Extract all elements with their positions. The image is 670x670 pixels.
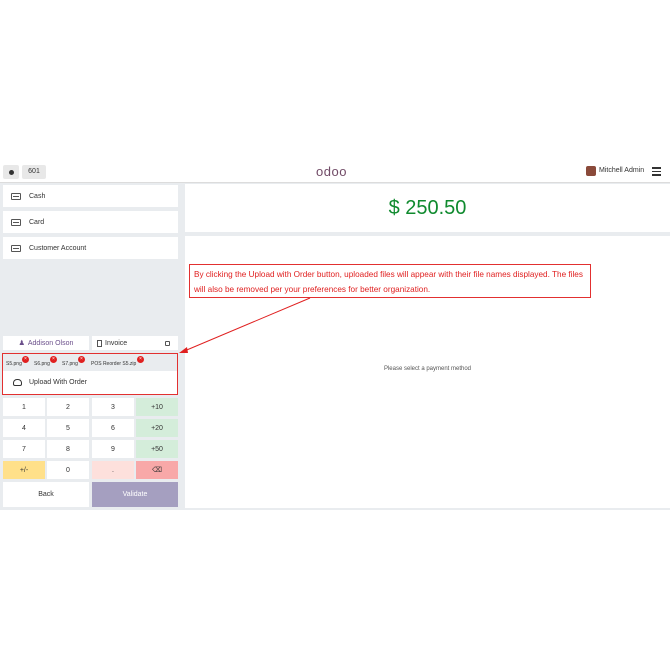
customer-account-icon — [11, 244, 21, 252]
annotation-callout: By clicking the Upload with Order button… — [189, 264, 591, 298]
key-5[interactable]: 5 — [47, 419, 89, 437]
order-number[interactable]: 601 — [22, 165, 46, 179]
amount-due: $ 250.50 — [185, 184, 670, 232]
file-name: POS Reorder S5.zip — [91, 361, 137, 367]
backspace-icon[interactable]: ⌫ — [136, 461, 178, 479]
invoice-toggle[interactable]: Invoice — [92, 336, 178, 350]
upload-label: Upload With Order — [29, 379, 87, 386]
payment-method-customer-account[interactable]: Customer Account — [3, 237, 178, 259]
key-plus-10[interactable]: +10 — [136, 398, 178, 416]
invoice-checkbox[interactable] — [165, 340, 170, 346]
file-chip[interactable]: POS Reorder S5.zip × — [91, 356, 144, 367]
uploaded-files-box: S5.png × S6.png × S7.png × POS Reorder S… — [2, 353, 178, 395]
user-name[interactable]: Mitchell Admin — [599, 167, 644, 174]
key-9[interactable]: 9 — [92, 440, 134, 458]
back-icon[interactable] — [3, 165, 19, 179]
file-list: S5.png × S6.png × S7.png × POS Reorder S… — [3, 354, 177, 371]
key-0[interactable]: 0 — [47, 461, 89, 479]
file-chip[interactable]: S5.png × — [6, 356, 29, 367]
payment-method-label: Card — [29, 218, 45, 226]
key-decimal[interactable]: . — [92, 461, 134, 479]
remove-file-icon[interactable]: × — [22, 356, 29, 363]
key-4[interactable]: 4 — [3, 419, 45, 437]
hamburger-menu-icon[interactable] — [652, 167, 661, 176]
remove-file-icon[interactable]: × — [137, 356, 144, 363]
user-icon: ♟ — [18, 340, 25, 347]
key-plus-20[interactable]: +20 — [136, 419, 178, 437]
payment-method-label: Cash — [29, 192, 46, 200]
file-name: S7.png — [62, 361, 78, 367]
file-name: S5.png — [6, 361, 22, 367]
invoice-label: Invoice — [105, 339, 128, 347]
file-chip[interactable]: S7.png × — [62, 356, 85, 367]
payment-method-label: Customer Account — [29, 244, 87, 252]
avatar[interactable] — [586, 166, 596, 176]
select-payment-message: Please select a payment method — [383, 366, 472, 372]
upload-with-order-button[interactable]: Upload With Order — [3, 371, 177, 394]
customer-button[interactable]: ♟ Addison Olson — [3, 336, 89, 350]
remove-file-icon[interactable]: × — [50, 356, 57, 363]
key-plus-minus[interactable]: +/- — [3, 461, 45, 479]
payment-method-card[interactable]: Card — [3, 211, 178, 233]
key-1[interactable]: 1 — [3, 398, 45, 416]
invoice-icon — [97, 339, 102, 347]
customer-name: Addison Olson — [27, 339, 74, 347]
key-6[interactable]: 6 — [92, 419, 134, 437]
file-name: S6.png — [34, 361, 50, 367]
validate-button[interactable]: Validate — [92, 482, 178, 507]
card-icon — [11, 218, 21, 226]
back-button[interactable]: Back — [3, 482, 89, 507]
upload-cloud-icon — [13, 379, 22, 386]
file-chip[interactable]: S6.png × — [34, 356, 57, 367]
key-plus-50[interactable]: +50 — [136, 440, 178, 458]
key-8[interactable]: 8 — [47, 440, 89, 458]
remove-file-icon[interactable]: × — [78, 356, 85, 363]
top-bar: 601 odoo Mitchell Admin — [0, 162, 670, 183]
key-3[interactable]: 3 — [92, 398, 134, 416]
key-7[interactable]: 7 — [3, 440, 45, 458]
odoo-logo: odoo — [316, 164, 347, 179]
cash-icon — [11, 192, 21, 200]
key-2[interactable]: 2 — [47, 398, 89, 416]
payment-method-cash[interactable]: Cash — [3, 185, 178, 207]
